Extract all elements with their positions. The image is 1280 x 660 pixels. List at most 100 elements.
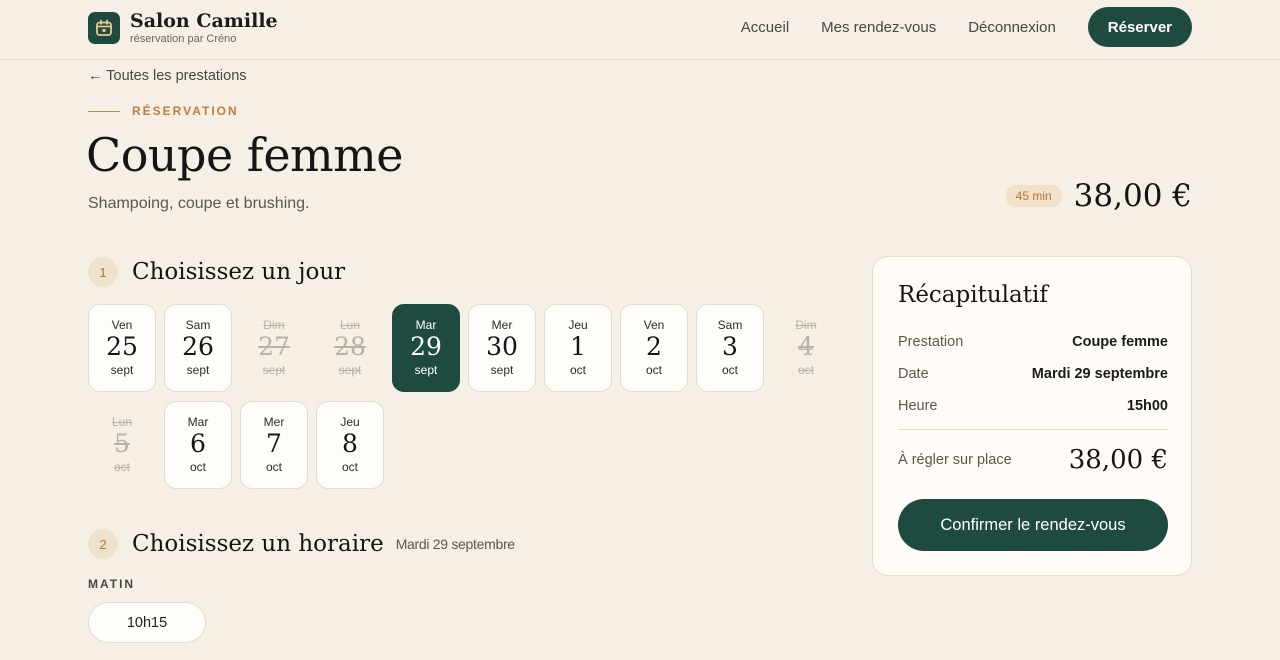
day-month: oct [721,363,738,377]
eyebrow: RÉSERVATION [88,104,239,118]
day-of-week: Dim [263,318,285,332]
day-of-week: Sam [185,318,211,332]
day-of-week: Ven [643,318,665,332]
day-number: 5 [114,429,130,458]
day-of-week: Mar [415,318,437,332]
day-of-week: Mar [187,415,209,429]
day-month: sept [186,363,210,377]
day-number: 29 [410,332,442,361]
day-of-week: Dim [795,318,817,332]
brand-name: Salon Camille [130,10,278,32]
day-of-week: Lun [111,415,133,429]
day-month: sept [338,363,362,377]
day-8-oct[interactable]: Jeu 8 oct [316,401,384,489]
eyebrow-line [88,110,120,112]
period-label: MATIN [88,577,136,591]
day-month: oct [341,460,358,474]
day-of-week: Mer [263,415,285,429]
step-title: Choisissez un jour [132,259,346,285]
day-30-sept[interactable]: Mer 30 sept [468,304,536,392]
time-slot[interactable]: 10h15 [88,602,206,643]
calendar-icon [88,12,120,44]
service-price: 38,00 € [1073,178,1192,214]
summary-divider [898,429,1168,430]
back-to-services-link[interactable]: ← Toutes les prestations [88,68,247,84]
day-7-oct[interactable]: Mer 7 oct [240,401,308,489]
brand[interactable]: Salon Camille réservation par Créno [88,11,278,45]
day-3-oct[interactable]: Sam 3 oct [696,304,764,392]
duration-badge: 45 min [1005,185,1062,207]
day-number: 3 [722,332,738,361]
day-number: 1 [570,332,586,361]
step-time-heading: 2 Choisissez un horaire Mardi 29 septemb… [88,529,515,559]
summary-value: Mardi 29 septembre [1031,366,1168,382]
summary-label: Heure [898,398,938,414]
summary-card: Récapitulatif Prestation Coupe femme Dat… [872,256,1192,576]
day-month: sept [490,363,514,377]
day-of-week: Mer [491,318,513,332]
confirm-appointment-button[interactable]: Confirmer le rendez-vous [898,499,1168,551]
top-bar: Salon Camille réservation par Créno Accu… [0,0,1280,60]
day-4-oct: Dim 4 oct [772,304,840,392]
step-number: 2 [88,529,118,559]
day-month: oct [569,363,586,377]
summary-row-service: Prestation Coupe femme [898,334,1168,350]
day-month: sept [262,363,286,377]
day-5-oct: Lun 5 oct [88,401,156,489]
main-nav: Accueil Mes rendez-vous Déconnexion Rése… [741,7,1192,47]
day-of-week: Jeu [340,415,360,429]
summary-row-time: Heure 15h00 [898,398,1168,414]
day-number: 8 [342,429,358,458]
day-month: sept [414,363,438,377]
brand-subtitle: réservation par Créno [130,33,237,45]
day-month: sept [110,363,134,377]
step-title: Choisissez un horaire [132,531,384,557]
page-title: Coupe femme [86,128,404,182]
summary-label: Prestation [898,334,964,350]
day-picker: Ven 25 sept Sam 26 sept Dim 27 sept Lun 28 sept Mar 2… [88,304,848,489]
day-month: oct [113,460,130,474]
day-month: oct [265,460,282,474]
summary-value: Coupe femme [1072,334,1168,350]
day-number: 6 [190,429,206,458]
day-of-week: Sam [717,318,743,332]
day-number: 7 [266,429,282,458]
step-number: 1 [88,257,118,287]
day-number: 26 [182,332,214,361]
day-25-sept[interactable]: Ven 25 sept [88,304,156,392]
day-number: 25 [106,332,138,361]
day-month: oct [645,363,662,377]
step-day-heading: 1 Choisissez un jour [88,257,345,287]
selected-date-label: Mardi 29 septembre [395,536,515,552]
eyebrow-text: RÉSERVATION [132,104,239,118]
day-29-sept[interactable]: Mar 29 sept [392,304,460,392]
day-2-oct[interactable]: Ven 2 oct [620,304,688,392]
day-number: 30 [486,332,518,361]
day-month: oct [797,363,814,377]
day-month: oct [189,460,206,474]
day-number: 28 [334,332,366,361]
day-number: 2 [646,332,662,361]
day-28-sept: Lun 28 sept [316,304,384,392]
nav-accueil[interactable]: Accueil [741,19,789,36]
nav-mes-rendez-vous[interactable]: Mes rendez-vous [821,19,936,36]
summary-label: Date [898,366,929,382]
day-of-week: Jeu [568,318,588,332]
day-1-oct[interactable]: Jeu 1 oct [544,304,612,392]
summary-title: Récapitulatif [898,282,1048,308]
day-of-week: Ven [111,318,133,332]
nav-deconnexion[interactable]: Déconnexion [968,19,1056,36]
day-6-oct[interactable]: Mar 6 oct [164,401,232,489]
summary-total: À régler sur place 38,00 € [898,445,1168,475]
total-label: À régler sur place [898,452,1012,468]
day-number: 4 [798,332,814,361]
summary-value: 15h00 [1126,398,1168,414]
day-number: 27 [258,332,290,361]
price-area: 45 min 38,00 € [1005,178,1192,214]
reserver-button[interactable]: Réserver [1087,7,1192,47]
day-27-sept: Dim 27 sept [240,304,308,392]
day-26-sept[interactable]: Sam 26 sept [164,304,232,392]
day-of-week: Lun [339,318,361,332]
summary-row-date: Date Mardi 29 septembre [898,366,1168,382]
total-value: 38,00 € [1068,445,1168,475]
